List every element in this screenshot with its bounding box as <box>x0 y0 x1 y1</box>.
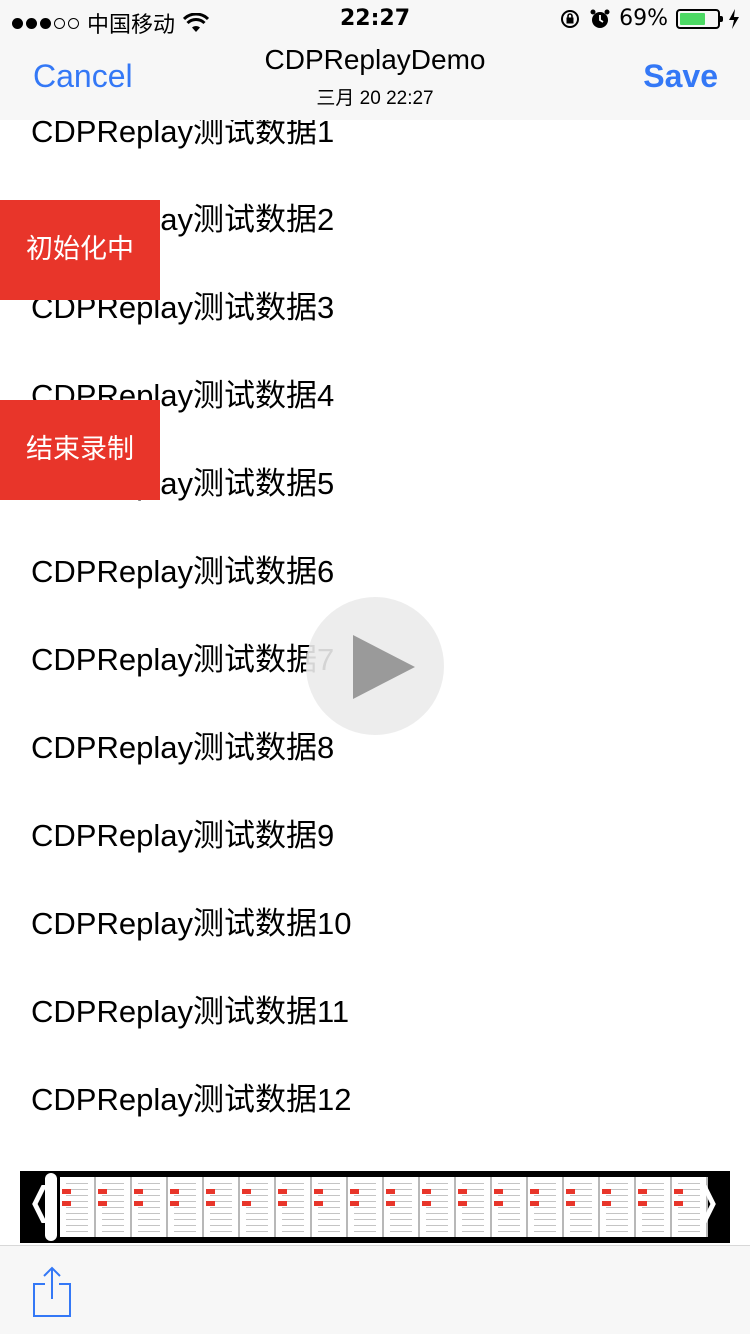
timeline-thumbnail <box>528 1177 564 1237</box>
chevron-right-icon[interactable]: ❭ <box>692 1179 724 1223</box>
list-item[interactable]: CDPReplay测试数据9 <box>31 820 334 909</box>
timeline-thumbnail <box>204 1177 240 1237</box>
save-button[interactable]: Save <box>643 58 718 95</box>
battery-percent: 69% <box>619 6 668 31</box>
timeline-thumbnail <box>348 1177 384 1237</box>
list-item[interactable]: CDPReplay测试数据8 <box>31 732 334 821</box>
list-item[interactable]: CDPReplay测试数据6 <box>31 556 334 645</box>
page-subtitle: 三月 20 22:27 <box>316 88 434 109</box>
play-button[interactable] <box>306 597 444 735</box>
timeline-thumbnail <box>96 1177 132 1237</box>
timeline-thumbnails[interactable] <box>60 1177 708 1237</box>
page-title: CDPReplayDemo <box>264 44 486 75</box>
list-item[interactable]: CDPReplay测试数据10 <box>31 908 351 997</box>
timeline-thumbnail <box>276 1177 312 1237</box>
timeline-thumbnail <box>564 1177 600 1237</box>
initializing-button[interactable]: 初始化中 <box>0 200 160 300</box>
stop-recording-button[interactable]: 结束录制 <box>0 400 160 500</box>
timeline-thumbnail <box>420 1177 456 1237</box>
battery-icon <box>676 8 723 29</box>
list-item[interactable]: CDPReplay测试数据3 <box>31 292 334 381</box>
status-bar: 中国移动 22:27 69% <box>0 0 750 40</box>
timeline-thumbnail <box>456 1177 492 1237</box>
timeline-thumbnail <box>168 1177 204 1237</box>
list-item[interactable]: CDPReplay测试数据12 <box>31 1084 351 1170</box>
timeline-thumbnail <box>312 1177 348 1237</box>
list-item[interactable]: CDPReplay测试数据11 <box>31 996 349 1085</box>
charging-bolt-icon <box>729 8 739 29</box>
bottom-toolbar <box>0 1245 750 1334</box>
navigation-bar: Cancel CDPReplayDemo 三月 20 22:27 Save <box>0 40 750 120</box>
timeline-thumbnail <box>240 1177 276 1237</box>
timeline-thumbnail <box>600 1177 636 1237</box>
status-right: 69% <box>559 6 740 31</box>
play-icon <box>353 635 415 699</box>
rotation-lock-icon <box>561 9 580 28</box>
timeline-thumbnail <box>60 1177 96 1237</box>
timeline-thumbnail <box>492 1177 528 1237</box>
timeline-thumbnail <box>384 1177 420 1237</box>
alarm-icon <box>590 9 610 28</box>
video-timeline[interactable]: ❬ ❭ <box>20 1171 730 1243</box>
timeline-thumbnail <box>132 1177 168 1237</box>
list-item[interactable]: CDPReplay测试数据1 <box>31 120 334 205</box>
timeline-thumbnail <box>636 1177 672 1237</box>
share-icon[interactable] <box>30 1266 74 1318</box>
playhead-handle[interactable] <box>45 1173 57 1241</box>
list-item[interactable]: CDPReplay测试数据7 <box>31 644 334 733</box>
